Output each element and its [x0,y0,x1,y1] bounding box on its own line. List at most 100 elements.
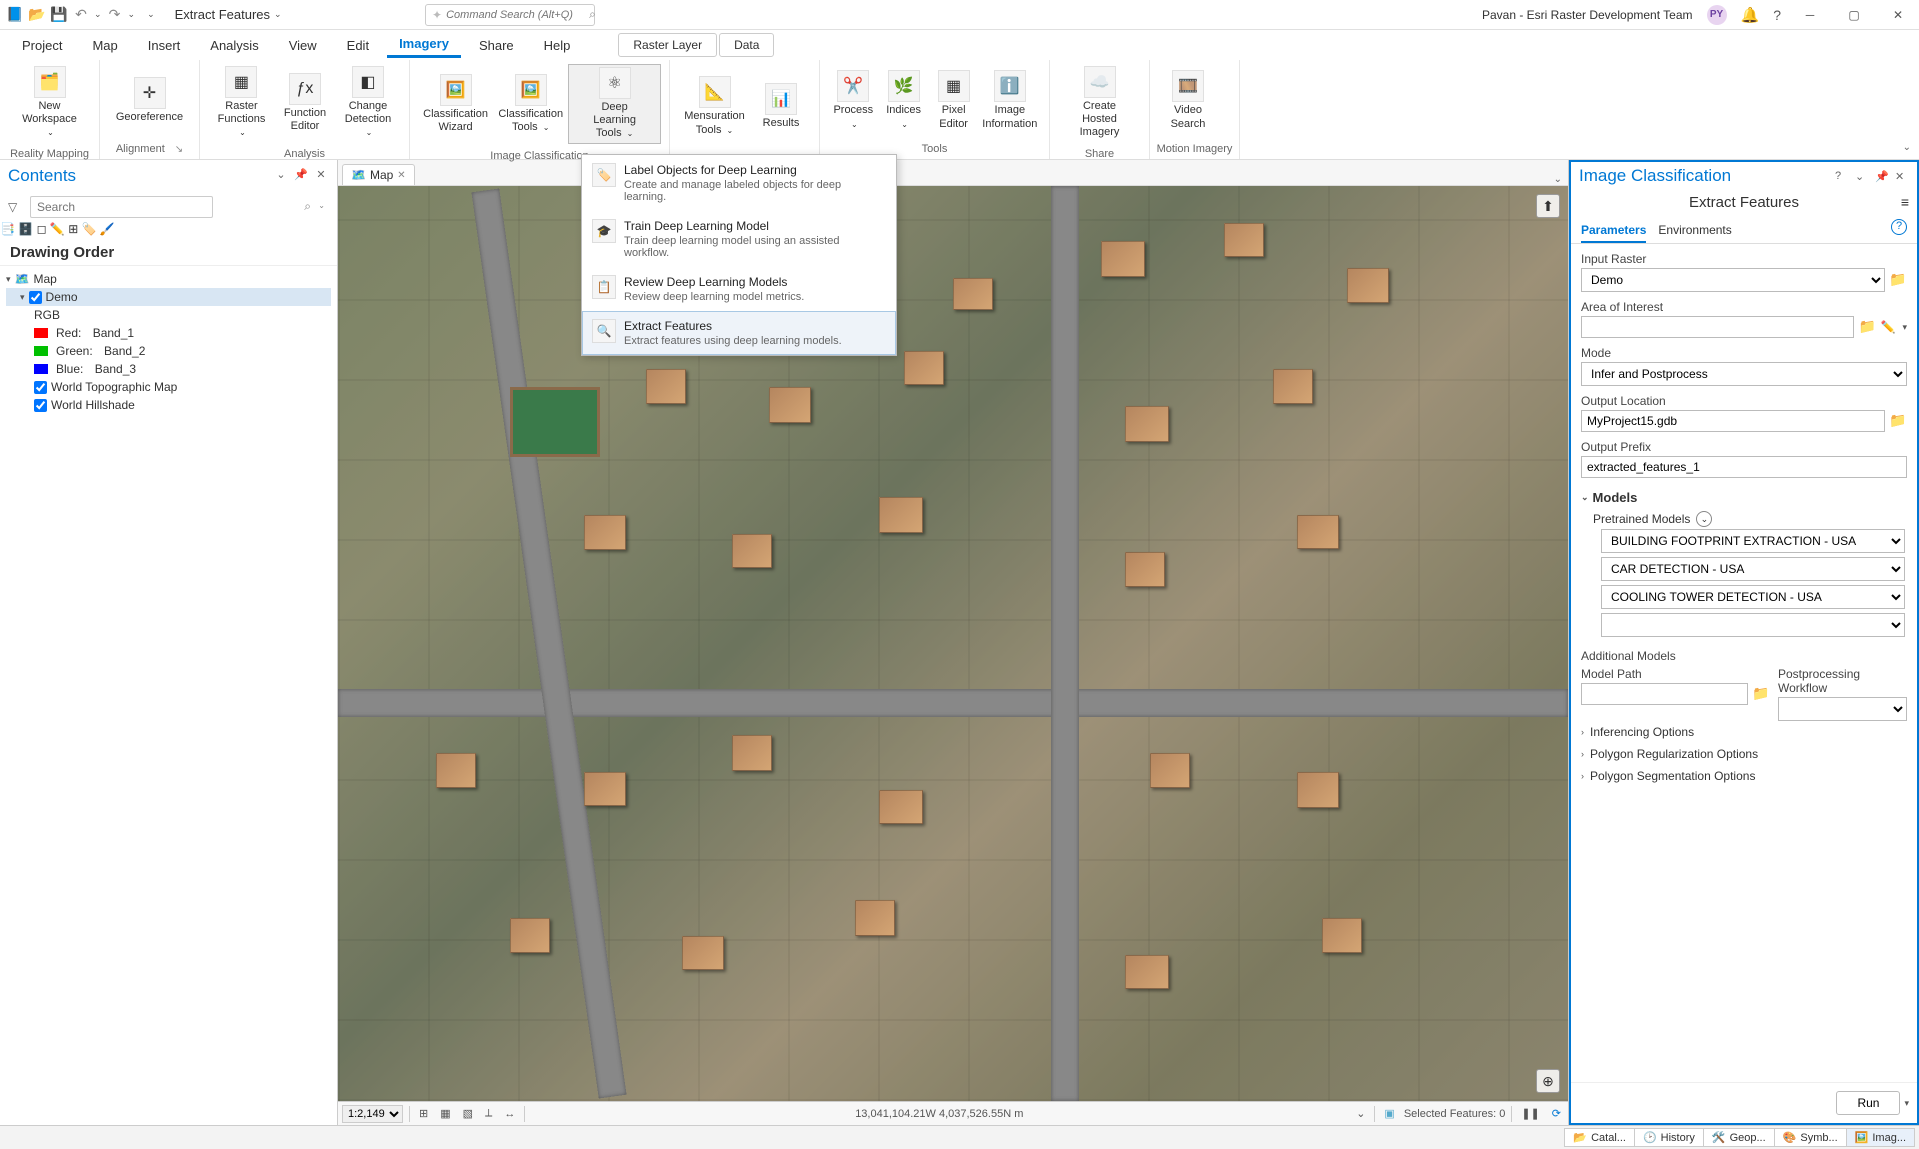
modelpath-input[interactable] [1581,683,1748,705]
pixel-editor[interactable]: ▦PixelEditor [929,68,979,132]
tree-topo-node[interactable]: World Topographic Map [6,378,331,396]
model-4-select[interactable] [1601,613,1905,637]
tab-parameters[interactable]: Parameters [1581,219,1646,243]
icpane-help-icon[interactable]: ? [1835,170,1849,182]
hillshade-visibility-checkbox[interactable] [34,399,47,412]
refresh-icon[interactable]: ⟳ [1549,1107,1564,1120]
list-by-perception-icon[interactable]: 🖌️ [100,222,115,236]
new-workspace[interactable]: 🗂️NewWorkspace ⌄ [8,64,91,142]
tab-edit[interactable]: Edit [335,34,381,57]
ctx-tab-raster-layer[interactable]: Raster Layer [618,33,717,57]
topo-visibility-checkbox[interactable] [34,381,47,394]
tree-map-node[interactable]: ▾ 🗺️ Map [6,270,331,288]
icpane-close-icon[interactable]: ✕ [1895,170,1909,183]
map-tab-close[interactable]: ✕ [397,170,405,181]
polygon-regularization-options[interactable]: ›Polygon Regularization Options [1581,743,1907,765]
browse-input-raster-icon[interactable]: 📁 [1889,271,1907,289]
postproc-select[interactable] [1778,697,1907,721]
models-section[interactable]: ⌄Models [1581,486,1907,509]
new-project-icon[interactable]: 📘 [6,6,24,24]
function-editor[interactable]: ƒxFunctionEditor [275,71,335,135]
snap-inference-icon[interactable]: ↔ [501,1108,518,1120]
north-arrow-icon[interactable]: ⬆ [1536,194,1560,218]
tab-help[interactable]: Help [532,34,583,57]
deep-learning-tools[interactable]: ⚛DeepLearning Tools ⌄ [568,64,661,144]
scale-selector[interactable]: 1:2,149 [342,1105,403,1123]
icpane-dd-icon[interactable]: ⌄ [1855,170,1869,183]
model-1-select[interactable]: BUILDING FOOTPRINT EXTRACTION - USA [1601,529,1905,553]
polygon-segmentation-options[interactable]: ›Polygon Segmentation Options [1581,765,1907,787]
tab-share[interactable]: Share [467,34,526,57]
snap-grid-icon[interactable]: ▦ [437,1107,453,1120]
tab-imagery[interactable]: Imagery [387,32,461,58]
list-by-snapping-icon[interactable]: ⊞ [68,222,78,236]
tab-view[interactable]: View [277,34,329,57]
alignment-launcher[interactable]: ↘ [175,144,183,155]
aoi-input[interactable] [1581,316,1854,338]
output-prefix-input[interactable] [1581,456,1907,478]
collapse-icon[interactable]: ▾ [6,274,11,285]
list-by-labeling-icon[interactable]: 🏷️ [82,222,97,236]
results[interactable]: 📊Results [751,81,811,132]
redo-icon[interactable]: ↷ [106,6,124,24]
list-by-editing-icon[interactable]: ✏️ [50,222,65,236]
browse-output-icon[interactable]: 📁 [1889,412,1907,430]
tree-demo-node[interactable]: ▾ Demo [6,288,331,306]
bottom-tab-imag[interactable]: 🖼️Imag... [1846,1128,1915,1147]
tab-environments[interactable]: Environments [1658,219,1731,243]
contents-search-input[interactable] [30,196,213,218]
list-by-selection-icon[interactable]: ◻ [37,222,47,236]
menu-extract-features[interactable]: 🔍 Extract FeaturesExtract features using… [582,311,896,355]
contents-close-icon[interactable]: ✕ [313,168,329,184]
tree-hillshade-node[interactable]: World Hillshade [6,396,331,414]
qat-customize-icon[interactable]: ⌄ [147,9,155,20]
user-avatar[interactable]: PY [1707,5,1727,25]
collapse-icon[interactable]: ▾ [20,292,25,303]
snap-dynamic-icon[interactable]: ▧ [460,1107,476,1120]
list-by-drawing-icon[interactable]: 📑 [0,222,15,236]
contents-pin-icon[interactable]: 📌 [293,168,309,184]
bottom-tab-symb[interactable]: 🎨Symb... [1774,1128,1847,1147]
tab-insert[interactable]: Insert [136,34,193,57]
bottom-tab-geop[interactable]: 🛠️Geop... [1703,1128,1775,1147]
search-icon[interactable]: ⌕ [304,199,311,214]
run-button[interactable]: Run [1836,1091,1900,1115]
tab-map[interactable]: Map [80,34,129,57]
demo-visibility-checkbox[interactable] [29,291,42,304]
ctx-tab-data[interactable]: Data [719,33,774,57]
title-dropdown[interactable]: Extract Features ⌄ [175,7,282,22]
change-detection[interactable]: ◧ChangeDetection ⌄ [335,64,401,142]
help-icon[interactable]: ? [1773,7,1781,23]
navigator-icon[interactable]: ⊕ [1536,1069,1560,1093]
ribbon-collapse[interactable]: ⌄ [1903,142,1911,153]
create-hosted-imagery[interactable]: ☁️Create HostedImagery [1058,64,1141,142]
map-tabs-dd[interactable]: ⌄ [1554,174,1562,185]
classification-tools[interactable]: 🖼️ClassificationTools ⌄ [493,72,568,136]
snap-constraints-icon[interactable]: ⟂ [482,1107,495,1120]
undo-dd-icon[interactable]: ⌄ [94,9,102,20]
model-2-select[interactable]: CAR DETECTION - USA [1601,557,1905,581]
model-3-select[interactable]: COOLING TOWER DETECTION - USA [1601,585,1905,609]
notifications-icon[interactable]: 🔔 [1741,6,1760,24]
pause-icon[interactable]: ❚❚ [1518,1107,1542,1120]
output-location-input[interactable] [1581,410,1885,432]
mode-select[interactable]: Infer and Postprocess [1581,362,1907,386]
save-project-icon[interactable]: 💾 [50,6,68,24]
process[interactable]: ✂️Process⌄ [828,68,879,132]
snap-ground-icon[interactable]: ⊞ [416,1107,431,1120]
contents-dropdown-icon[interactable]: ⌄ [273,168,289,184]
inferencing-options[interactable]: ›Inferencing Options [1581,721,1907,743]
search-dd-icon[interactable]: ⌄ [318,201,325,210]
menu-label-objects[interactable]: 🏷️ Label Objects for Deep LearningCreate… [582,155,896,211]
mensuration-tools[interactable]: 📐MensurationTools ⌄ [678,74,751,138]
filter-icon[interactable]: ▽ [8,200,24,214]
raster-functions[interactable]: ▦RasterFunctions ⌄ [208,64,275,142]
sketch-aoi-icon[interactable]: ✏️ [1880,320,1898,334]
georeference[interactable]: ✛Georeference [108,75,191,126]
browse-aoi-icon[interactable]: 📁 [1858,318,1876,336]
command-search[interactable]: ✦ ⌕ [425,4,595,26]
tool-help-icon[interactable]: ? [1891,219,1907,235]
pretrained-dd-icon[interactable]: ⌄ [1696,511,1712,527]
indices[interactable]: 🌿Indices⌄ [879,68,929,132]
icpane-pin-icon[interactable]: 📌 [1875,170,1889,183]
